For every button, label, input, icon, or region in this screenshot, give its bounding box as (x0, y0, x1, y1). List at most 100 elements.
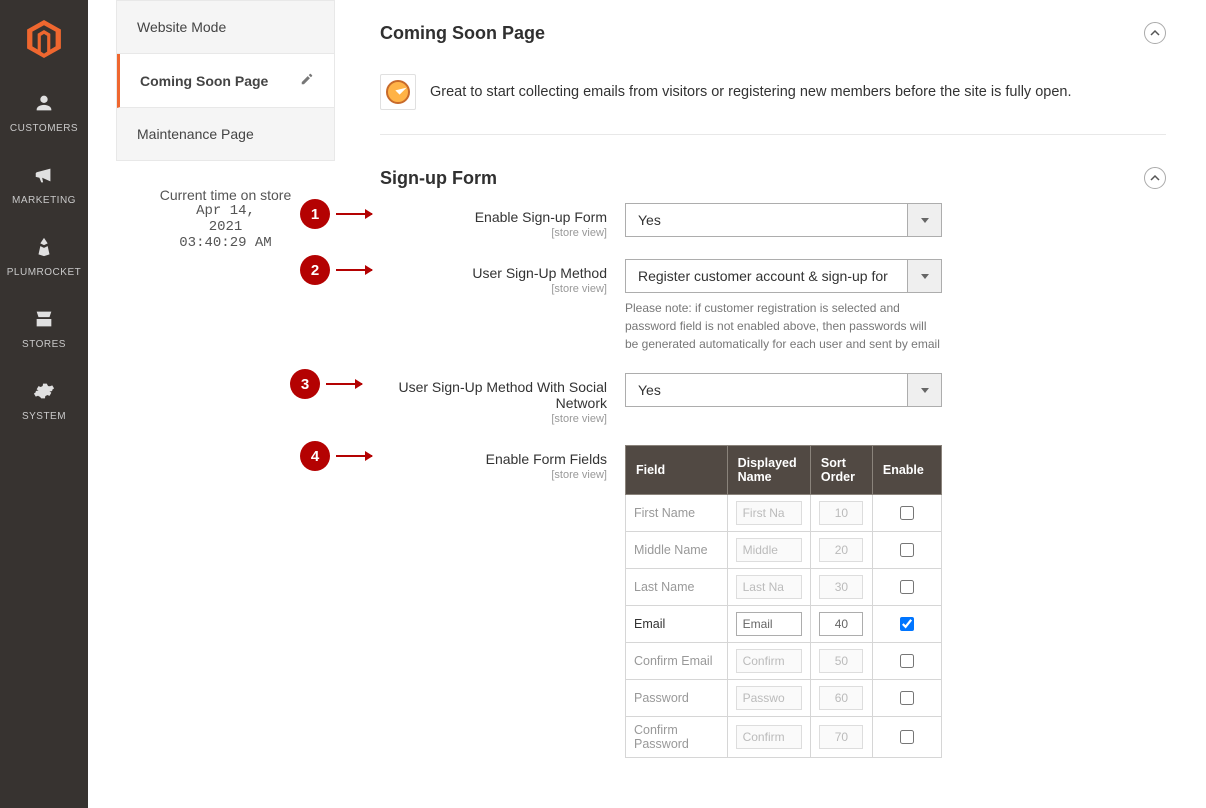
cell-enable (872, 606, 941, 643)
signup-social-select[interactable]: Yes (625, 373, 942, 407)
tab-label: Coming Soon Page (140, 73, 268, 89)
nav-plumrocket[interactable]: PLUMROCKET (0, 220, 88, 292)
nav-label: SYSTEM (22, 411, 66, 422)
caret-down-icon (908, 259, 942, 293)
cell-displayed-name (727, 680, 810, 717)
row-form-fields: 4 Enable Form Fields [store view] Field … (380, 445, 1166, 758)
select-value: Yes (625, 373, 908, 407)
displayed-name-input[interactable] (736, 501, 802, 525)
cell-field: Confirm Password (626, 717, 728, 758)
cell-enable (872, 532, 941, 569)
gear-icon (0, 380, 88, 405)
cell-sort (810, 717, 872, 758)
section-coming-soon-head[interactable]: Coming Soon Page (380, 8, 1166, 58)
enable-checkbox[interactable] (900, 543, 914, 557)
cell-sort (810, 569, 872, 606)
field-label: User Sign-Up Method With Social Network … (380, 373, 625, 425)
config-tabs: Website Mode Coming Soon Page Maintenanc… (116, 0, 335, 161)
annotation-2: 2 (300, 255, 372, 285)
displayed-name-input[interactable] (736, 612, 802, 636)
displayed-name-input[interactable] (736, 649, 802, 673)
magento-logo[interactable] (27, 20, 61, 58)
clock-label: Current time on store (126, 187, 325, 203)
tab-coming-soon[interactable]: Coming Soon Page (117, 54, 334, 108)
cell-enable (872, 569, 941, 606)
annotation-number: 1 (300, 199, 330, 229)
nav-marketing[interactable]: MARKETING (0, 148, 88, 220)
megaphone-icon (0, 164, 88, 189)
enable-checkbox[interactable] (900, 617, 914, 631)
caret-down-icon (908, 373, 942, 407)
select-value: Yes (625, 203, 908, 237)
enable-checkbox[interactable] (900, 691, 914, 705)
clock-badge-icon (380, 74, 416, 110)
row-signup-social: 3 User Sign-Up Method With Social Networ… (380, 373, 1166, 425)
scope-label: [store view] (380, 469, 607, 481)
annotation-number: 3 (290, 369, 320, 399)
table-row: Confirm Email (626, 643, 942, 680)
field-label: User Sign-Up Method [store view] (380, 259, 625, 295)
section-title: Sign-up Form (380, 168, 497, 189)
enable-checkbox[interactable] (900, 580, 914, 594)
cell-sort (810, 495, 872, 532)
displayed-name-input[interactable] (736, 538, 802, 562)
table-row: First Name (626, 495, 942, 532)
enable-checkbox[interactable] (900, 506, 914, 520)
sort-order-input[interactable] (819, 649, 863, 673)
tab-website-mode[interactable]: Website Mode (117, 1, 334, 54)
cell-displayed-name (727, 495, 810, 532)
nav-customers[interactable]: CUSTOMERS (0, 76, 88, 148)
tab-maintenance[interactable]: Maintenance Page (117, 108, 334, 160)
signup-method-select[interactable]: Register customer account & sign-up for (625, 259, 942, 293)
chevron-up-icon[interactable] (1144, 22, 1166, 44)
section-intro: Great to start collecting emails from vi… (380, 74, 1166, 110)
nav-stores[interactable]: STORES (0, 292, 88, 364)
enable-signup-select[interactable]: Yes (625, 203, 942, 237)
admin-nav: CUSTOMERS MARKETING PLUMROCKET STORES SY… (0, 0, 88, 808)
sort-order-input[interactable] (819, 501, 863, 525)
displayed-name-input[interactable] (736, 686, 802, 710)
displayed-name-input[interactable] (736, 575, 802, 599)
field-label: Enable Form Fields [store view] (380, 445, 625, 481)
chevron-up-icon[interactable] (1144, 167, 1166, 189)
intro-text: Great to start collecting emails from vi… (430, 84, 1071, 100)
cell-field: Last Name (626, 569, 728, 606)
annotation-number: 4 (300, 441, 330, 471)
th-sort: Sort Order (810, 446, 872, 495)
sort-order-input[interactable] (819, 538, 863, 562)
cell-field: First Name (626, 495, 728, 532)
enable-checkbox[interactable] (900, 654, 914, 668)
row-enable-signup: 1 Enable Sign-up Form [store view] Yes (380, 203, 1166, 239)
annotation-1: 1 (300, 199, 372, 229)
stores-icon (0, 308, 88, 333)
sort-order-input[interactable] (819, 725, 863, 749)
main-content: Coming Soon Page Great to start collecti… (350, 0, 1206, 808)
divider (380, 134, 1166, 135)
sort-order-input[interactable] (819, 686, 863, 710)
app-root: CUSTOMERS MARKETING PLUMROCKET STORES SY… (0, 0, 1206, 808)
scope-label: [store view] (380, 413, 607, 425)
tab-label: Website Mode (137, 19, 226, 35)
nav-label: PLUMROCKET (7, 267, 81, 278)
displayed-name-input[interactable] (736, 725, 802, 749)
config-sidebar: Website Mode Coming Soon Page Maintenanc… (88, 0, 350, 808)
table-row: Middle Name (626, 532, 942, 569)
cell-sort (810, 532, 872, 569)
sort-order-input[interactable] (819, 612, 863, 636)
row-signup-method: 2 User Sign-Up Method [store view] Regis… (380, 259, 1166, 353)
annotation-3: 3 (290, 369, 362, 399)
section-signup-head[interactable]: Sign-up Form (380, 153, 1166, 203)
caret-down-icon (908, 203, 942, 237)
form-fields-table: Field Displayed Name Sort Order Enable F… (625, 445, 942, 758)
cell-displayed-name (727, 643, 810, 680)
rocket-icon (0, 236, 88, 261)
sort-order-input[interactable] (819, 575, 863, 599)
nav-label: MARKETING (12, 195, 76, 206)
person-icon (0, 92, 88, 117)
nav-system[interactable]: SYSTEM (0, 364, 88, 436)
scope-label: [store view] (380, 283, 607, 295)
enable-checkbox[interactable] (900, 730, 914, 744)
cell-field: Middle Name (626, 532, 728, 569)
annotation-4: 4 (300, 441, 372, 471)
cell-enable (872, 643, 941, 680)
